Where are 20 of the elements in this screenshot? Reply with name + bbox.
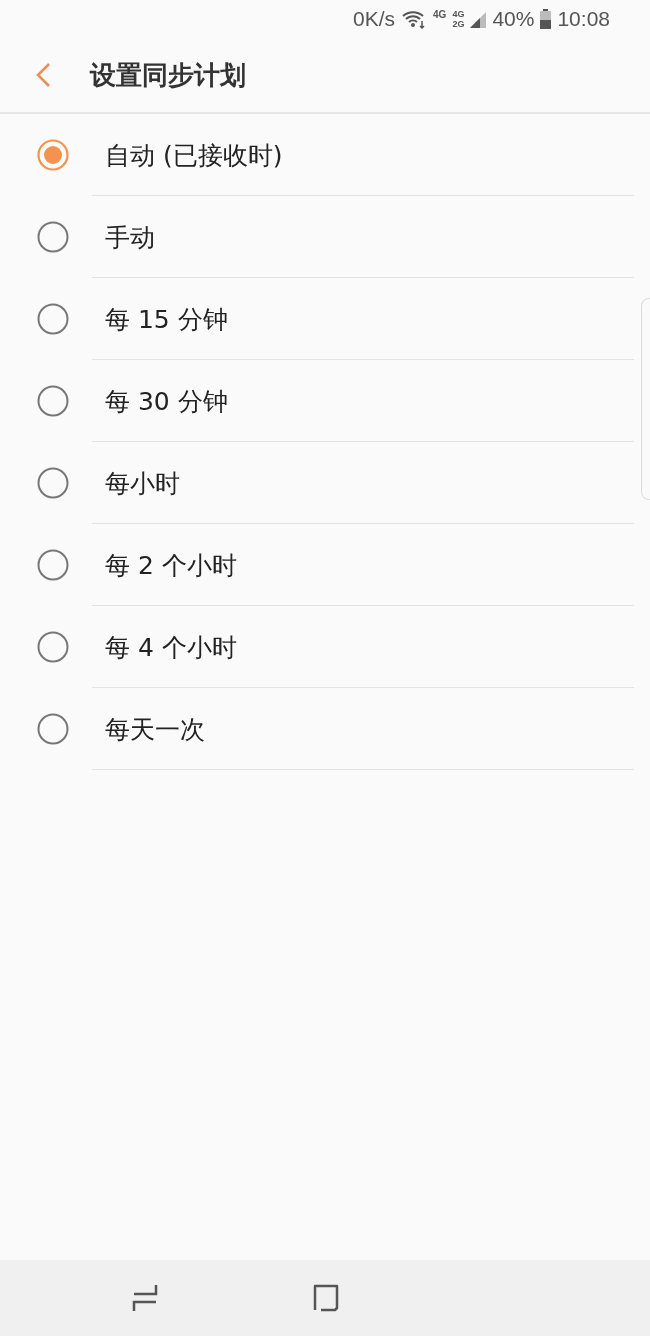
home-button[interactable] bbox=[313, 1284, 339, 1312]
page-title: 设置同步计划 bbox=[90, 58, 246, 92]
radio-option[interactable]: 每 30 分钟 bbox=[0, 360, 650, 442]
recent-apps-button[interactable] bbox=[132, 1284, 158, 1312]
network-type: 2G bbox=[452, 19, 465, 29]
battery-icon bbox=[540, 9, 552, 29]
network-type: 4G bbox=[433, 9, 447, 20]
radio-option[interactable]: 每 15 分钟 bbox=[0, 278, 650, 360]
radio-option[interactable]: 自动 (已接收时) bbox=[0, 114, 650, 196]
radio-option[interactable]: 手动 bbox=[0, 196, 650, 278]
signal-icon bbox=[470, 10, 487, 28]
network-speed: 0K/s bbox=[353, 7, 396, 31]
battery-level: 40% bbox=[492, 7, 535, 31]
network-type: 4G bbox=[452, 9, 465, 19]
radio-option[interactable]: 每天一次 bbox=[0, 688, 650, 770]
radio-option[interactable]: 每 2 个小时 bbox=[0, 524, 650, 606]
wifi-icon bbox=[401, 9, 428, 29]
clock: 10:08 bbox=[557, 7, 610, 31]
radio-option[interactable]: 每小时 bbox=[0, 442, 650, 524]
radio-option[interactable]: 每 4 个小时 bbox=[0, 606, 650, 688]
